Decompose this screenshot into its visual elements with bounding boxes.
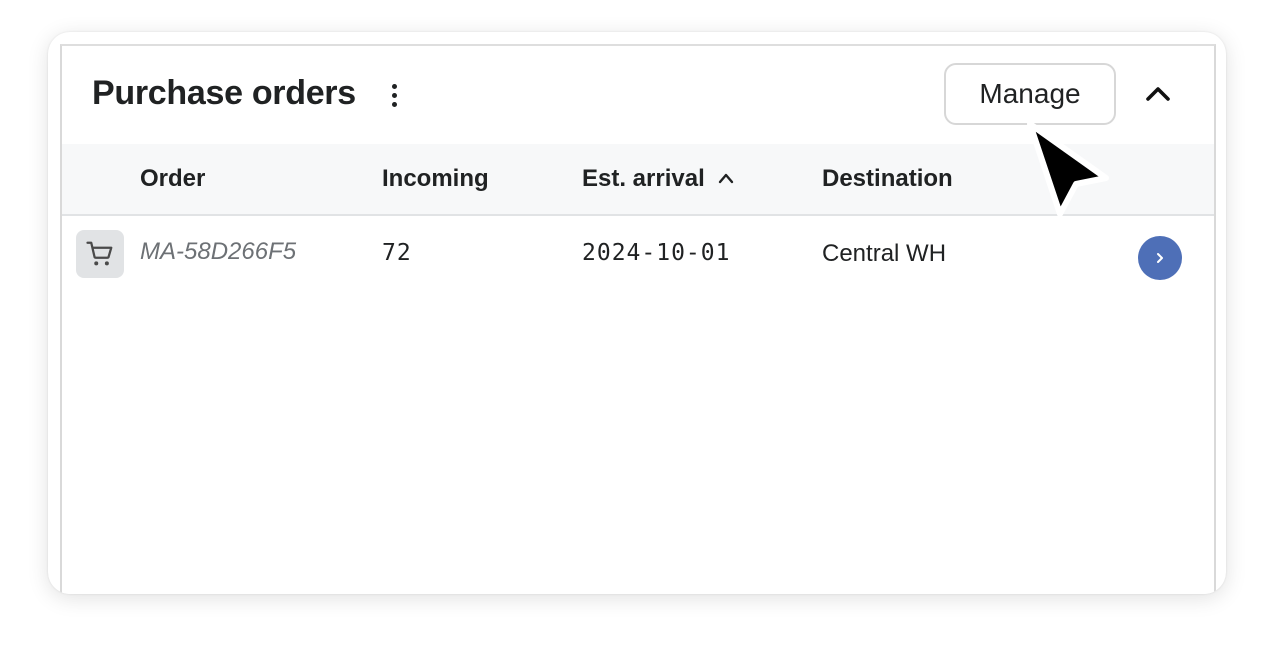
column-header-destination[interactable]: Destination [822, 165, 953, 193]
purchase-orders-panel: Purchase orders Manage Order Incoming Es… [60, 44, 1216, 594]
chevron-up-icon [1146, 87, 1170, 101]
estimated-arrival-date: 2024-10-01 [582, 240, 731, 266]
more-vertical-icon [391, 83, 397, 89]
collapse-button[interactable] [1142, 78, 1174, 110]
manage-button[interactable]: Manage [944, 63, 1116, 125]
column-header-est-arrival[interactable]: Est. arrival [582, 165, 735, 193]
table-header: Order Incoming Est. arrival Destination [62, 144, 1214, 216]
shopping-cart-icon [86, 241, 113, 266]
more-options-button[interactable] [382, 80, 406, 110]
destination: Central WH [822, 240, 947, 267]
purchase-orders-card: Purchase orders Manage Order Incoming Es… [48, 32, 1226, 594]
table-row[interactable]: MA-58D266F5 72 2024-10-01 Central WH [62, 216, 1214, 288]
card-header: Purchase orders Manage [62, 46, 1214, 144]
open-order-button[interactable] [1138, 236, 1182, 280]
card-title: Purchase orders [92, 74, 356, 112]
order-thumbnail [76, 230, 124, 278]
column-header-incoming[interactable]: Incoming [382, 165, 489, 193]
order-id[interactable]: MA-58D266F5 [140, 238, 296, 266]
column-header-order[interactable]: Order [140, 165, 205, 193]
chevron-right-icon [1157, 253, 1163, 263]
incoming-quantity: 72 [382, 240, 412, 266]
sort-ascending-icon [719, 173, 734, 183]
